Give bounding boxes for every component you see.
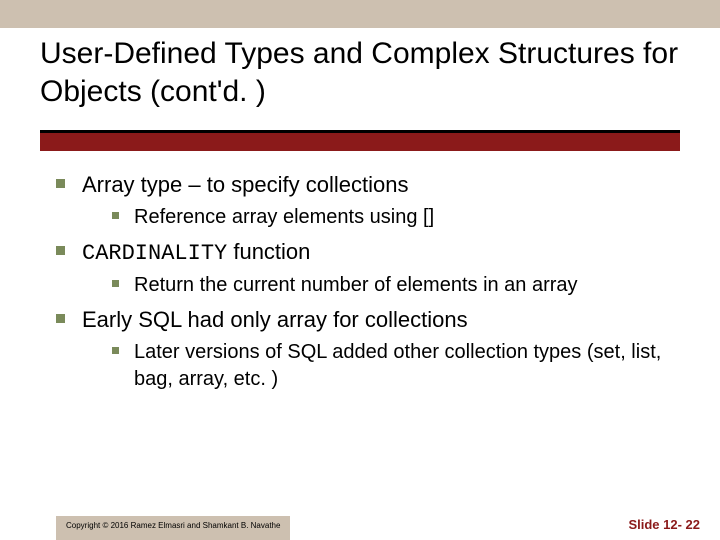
bullet-2-sub-1: Return the current number of elements in… xyxy=(112,272,676,299)
bullet-1-sub-1: Reference array elements using [] xyxy=(112,204,676,231)
bullet-1-text: Array type – to specify collections xyxy=(82,172,408,197)
footer: Copyright © 2016 Ramez Elmasri and Shamk… xyxy=(0,508,720,540)
bullet-3-sub-1: Later versions of SQL added other collec… xyxy=(112,339,676,393)
slide-title: User-Defined Types and Complex Structure… xyxy=(40,35,680,110)
accent-bar xyxy=(40,133,680,151)
copyright: Copyright © 2016 Ramez Elmasri and Shamk… xyxy=(56,516,290,540)
bullet-3-text: Early SQL had only array for collections xyxy=(82,307,468,332)
slide: User-Defined Types and Complex Structure… xyxy=(0,0,720,540)
top-band xyxy=(0,0,720,28)
body-content: Array type – to specify collections Refe… xyxy=(56,170,676,399)
slide-number: Slide 12- 22 xyxy=(628,517,700,532)
bullet-2-tail: function xyxy=(227,239,310,264)
bullet-3: Early SQL had only array for collections… xyxy=(56,305,676,393)
bullet-1: Array type – to specify collections Refe… xyxy=(56,170,676,231)
bullet-2: CARDINALITY function Return the current … xyxy=(56,237,676,300)
bullet-2-mono: CARDINALITY xyxy=(82,241,227,266)
